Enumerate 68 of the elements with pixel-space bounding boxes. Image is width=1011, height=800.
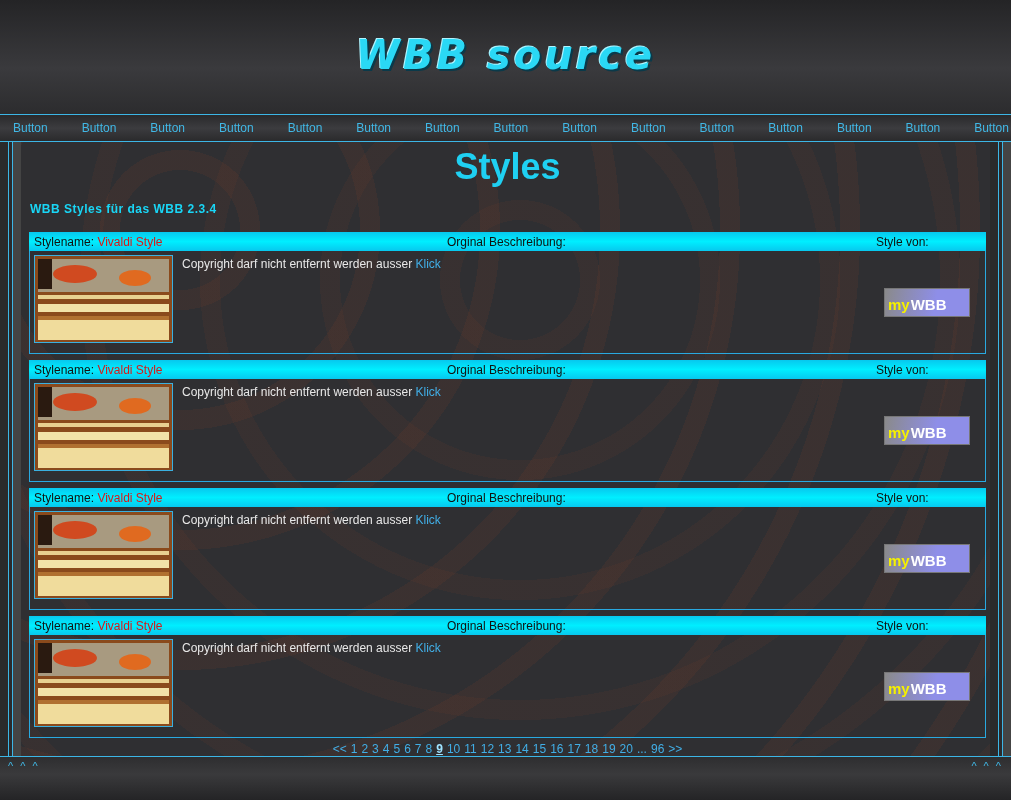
copyright-note: Copyright darf nicht entfernt werden ausser Klick [182, 640, 442, 658]
klick-link[interactable]: Klick [415, 513, 441, 528]
klick-link[interactable]: Klick [415, 385, 441, 400]
page-link[interactable]: 7 [414, 742, 422, 757]
author-label: Style von: [876, 362, 930, 377]
page-link[interactable]: 4 [382, 742, 390, 757]
corner-marks: ^ ^ ^ [8, 760, 40, 773]
description-label: Orginal Beschreibung: [447, 618, 567, 633]
nav-link[interactable]: Button [424, 121, 460, 136]
page-link[interactable]: << [332, 742, 347, 757]
page-link[interactable]: 2 [361, 742, 369, 757]
page-link[interactable]: 13 [498, 742, 512, 757]
page-link[interactable]: 15 [532, 742, 547, 757]
nav-link[interactable]: Button [630, 121, 666, 136]
page-link[interactable]: 14 [515, 742, 529, 757]
page-link[interactable]: ... [636, 742, 647, 757]
copyright-note: Copyright darf nicht entfernt werden ausser Klick [182, 512, 442, 530]
nav-link[interactable]: Button [905, 121, 941, 136]
page-link[interactable]: 20 [619, 742, 633, 757]
nav-link[interactable]: Button [150, 121, 185, 136]
author-banner[interactable]: myWBB [884, 671, 970, 701]
page-link[interactable]: 9 [436, 742, 443, 757]
klick-link[interactable]: Klick [415, 641, 441, 656]
page-link[interactable]: 19 [602, 742, 616, 757]
page-title: Styles [453, 146, 562, 189]
author-label: Style von: [876, 234, 930, 249]
page-link[interactable]: 12 [480, 742, 495, 757]
page-link[interactable]: 11 [464, 742, 477, 757]
nav-link[interactable]: Button [356, 121, 391, 136]
nav-link[interactable]: Button [562, 121, 597, 136]
page-link[interactable]: 17 [567, 742, 581, 757]
page-link[interactable]: 16 [550, 742, 564, 757]
section-heading: WBB Styles für das WBB 2.3.4 [30, 202, 218, 217]
nav-link[interactable]: Button [699, 121, 735, 136]
page-link[interactable]: 3 [372, 742, 379, 757]
author-label: Style von: [876, 618, 930, 633]
copyright-note: Copyright darf nicht entfernt werden ausser Klick [182, 384, 442, 402]
author-label: Style von: [876, 490, 930, 505]
copyright-note: Copyright darf nicht entfernt werden ausser Klick [182, 256, 442, 274]
page-link[interactable]: 18 [584, 742, 599, 757]
description-label: Orginal Beschreibung: [447, 362, 567, 377]
nav-link[interactable]: Button [287, 121, 323, 136]
author-banner[interactable]: myWBB [884, 543, 970, 573]
style-name: Stylename: Vivaldi Style [34, 618, 164, 633]
style-name: Stylename: Vivaldi Style [34, 234, 164, 249]
page-link[interactable]: 5 [393, 742, 401, 757]
page-link[interactable]: 6 [404, 742, 411, 757]
nav-link[interactable]: Button [81, 121, 117, 136]
corner-marks: ^ ^ ^ [971, 760, 1003, 773]
style-name: Stylename: Vivaldi Style [34, 490, 164, 505]
nav-link[interactable]: Button [493, 121, 529, 136]
klick-link[interactable]: Klick [415, 257, 441, 272]
description-label: Orginal Beschreibung: [447, 234, 567, 249]
nav-link[interactable]: Button [974, 121, 1009, 136]
description-label: Orginal Beschreibung: [447, 490, 567, 505]
site-logo: WBB source [355, 32, 656, 79]
author-banner[interactable]: myWBB [884, 287, 970, 317]
nav-link[interactable]: Button [218, 121, 254, 136]
style-name: Stylename: Vivaldi Style [34, 362, 164, 377]
nav-link[interactable]: Button [768, 121, 803, 136]
nav-link[interactable]: Button [13, 121, 48, 136]
page-link[interactable]: >> [668, 742, 683, 757]
page-link[interactable]: 10 [446, 742, 461, 757]
nav-link[interactable]: Button [836, 121, 872, 136]
author-banner[interactable]: myWBB [884, 415, 970, 445]
page-link[interactable]: 96 [650, 742, 665, 757]
page-link[interactable]: 1 [350, 742, 358, 757]
page-link[interactable]: 8 [425, 742, 433, 757]
